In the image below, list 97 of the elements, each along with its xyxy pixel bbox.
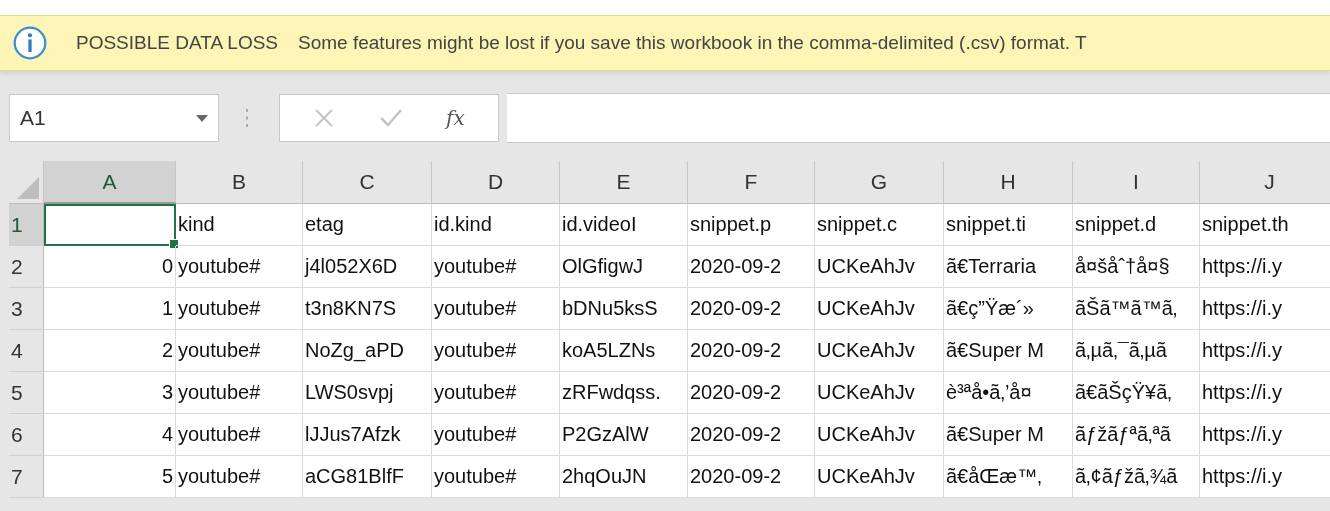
table-cell: youtube#: [176, 246, 303, 288]
caret-icon: [196, 114, 208, 122]
table-cell: youtube#: [432, 414, 560, 456]
table-cell: 2hqOuJN: [560, 456, 688, 498]
column-header[interactable]: I: [1073, 161, 1200, 204]
table-cell: youtube#: [432, 288, 560, 330]
row-header[interactable]: 7: [9, 456, 44, 498]
table-cell: snippet.th: [1200, 204, 1330, 246]
row-header[interactable]: 1: [9, 204, 44, 246]
table-cell: ã€ãŠçŸ¥ã‚: [1073, 372, 1200, 414]
table-cell: UCKeAhJv: [815, 246, 944, 288]
table-cell: 2020-09-2: [688, 288, 815, 330]
table-cell: https://i.y: [1200, 414, 1330, 456]
table-cell: youtube#: [176, 414, 303, 456]
table-cell: id.kind: [432, 204, 560, 246]
cancel-icon[interactable]: [313, 107, 336, 129]
table-cell: å¤šåˆ†å¤§: [1073, 246, 1200, 288]
table-cell: NoZg_aPD: [303, 330, 432, 372]
table-cell: 2020-09-2: [688, 330, 815, 372]
table-cell: zRFwdqss.: [560, 372, 688, 414]
grip-icon[interactable]: [245, 108, 249, 128]
table-cell: UCKeAhJv: [815, 372, 944, 414]
row-header[interactable]: 6: [9, 414, 44, 456]
table-cell: id.videoI: [560, 204, 688, 246]
table-cell: ã‚¢ãƒžã‚¾ã: [1073, 456, 1200, 498]
table-cell: snippet.ti: [944, 204, 1073, 246]
table-cell: 0: [44, 246, 176, 288]
column-header[interactable]: H: [944, 161, 1073, 204]
row-header[interactable]: 5: [9, 372, 44, 414]
table-cell: youtube#: [432, 330, 560, 372]
table-cell: t3n8KN7S: [303, 288, 432, 330]
table-cell: ãŠã™ã™ã‚: [1073, 288, 1200, 330]
table-cell: lJJus7Afzk: [303, 414, 432, 456]
check-icon[interactable]: [377, 107, 404, 129]
message-text: Some features might be lost if you save this workbook in the comma-delimited (.csv) format. T: [298, 32, 1087, 54]
table-cell: 1: [44, 288, 176, 330]
row-header[interactable]: 2: [9, 246, 44, 288]
table-cell: youtube#: [432, 246, 560, 288]
table-cell: UCKeAhJv: [815, 414, 944, 456]
table-cell: snippet.d: [1073, 204, 1200, 246]
name-box[interactable]: A1: [9, 94, 219, 142]
table-cell: UCKeAhJv: [815, 330, 944, 372]
formula-input[interactable]: [507, 93, 1330, 143]
table-cell: è³ªå•ã‚’å¤: [944, 372, 1073, 414]
message-title: POSSIBLE DATA LOSS: [76, 32, 279, 54]
column-header[interactable]: G: [815, 161, 944, 204]
table-cell: youtube#: [176, 330, 303, 372]
column-header[interactable]: C: [303, 161, 432, 204]
table-cell: ã€Super M: [944, 330, 1073, 372]
column-header[interactable]: F: [688, 161, 815, 204]
table-cell: bDNu5ksS: [560, 288, 688, 330]
table-cell: 3: [44, 372, 176, 414]
table-cell: https://i.y: [1200, 456, 1330, 498]
table-cell: ã‚µã‚¯ã‚µã: [1073, 330, 1200, 372]
table-cell: youtube#: [176, 288, 303, 330]
table-cell: https://i.y: [1200, 288, 1330, 330]
table-cell: youtube#: [432, 456, 560, 498]
table-cell: snippet.p: [688, 204, 815, 246]
table-cell: ã€åŒæ™‚: [944, 456, 1073, 498]
corner-triangle-icon: [17, 177, 39, 199]
table-cell: ã€ç”Ÿæ´»: [944, 288, 1073, 330]
table-cell: j4l052X6D: [303, 246, 432, 288]
table-cell: P2GzAlW: [560, 414, 688, 456]
table-cell: koA5LZNs: [560, 330, 688, 372]
table-cell: ã€Terraria: [944, 246, 1073, 288]
table-cell: https://i.y: [1200, 246, 1330, 288]
table-cell: youtube#: [176, 456, 303, 498]
table-cell: https://i.y: [1200, 372, 1330, 414]
table-cell: 4: [44, 414, 176, 456]
info-icon: [12, 25, 48, 61]
table-cell: 2: [44, 330, 176, 372]
table-cell: 2020-09-2: [688, 372, 815, 414]
table-cell: 2020-09-2: [688, 456, 815, 498]
table-cell: kind: [176, 204, 303, 246]
table-cell: snippet.c: [815, 204, 944, 246]
table-cell: aCG81BlfF: [303, 456, 432, 498]
table-cell: youtube#: [176, 372, 303, 414]
column-header[interactable]: B: [176, 161, 303, 204]
row-header[interactable]: 4: [9, 330, 44, 372]
column-header[interactable]: D: [432, 161, 560, 204]
table-cell: 5: [44, 456, 176, 498]
table-cell: youtube#: [432, 372, 560, 414]
table-cell: ãƒžãƒªã‚ªã: [1073, 414, 1200, 456]
table-cell: LWS0svpj: [303, 372, 432, 414]
table-cell: UCKeAhJv: [815, 456, 944, 498]
table-cell: etag: [303, 204, 432, 246]
table-cell: ã€Super M: [944, 414, 1073, 456]
column-header[interactable]: E: [560, 161, 688, 204]
table-cell: 2020-09-2: [688, 246, 815, 288]
table-cell: 2020-09-2: [688, 414, 815, 456]
table-cell: UCKeAhJv: [815, 288, 944, 330]
insert-function-button[interactable]: fx: [446, 106, 465, 130]
column-header[interactable]: J: [1200, 161, 1330, 204]
table-cell: https://i.y: [1200, 330, 1330, 372]
row-header[interactable]: 3: [9, 288, 44, 330]
table-cell: OlGfigwJ: [560, 246, 688, 288]
column-header[interactable]: A: [44, 161, 176, 204]
